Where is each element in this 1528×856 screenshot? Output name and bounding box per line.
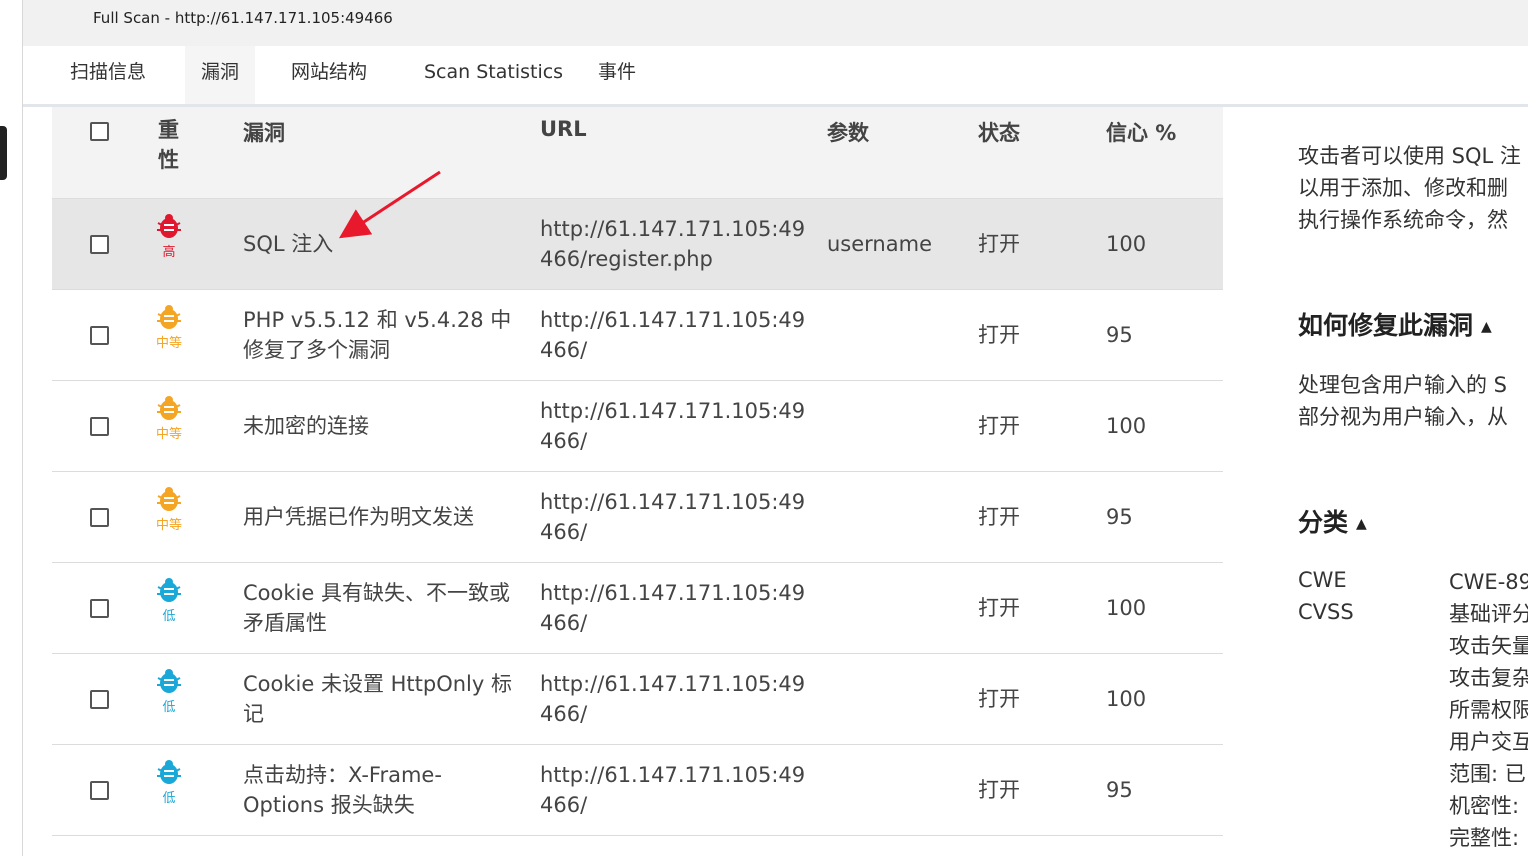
tab-site-structure[interactable]: 网站结构 [275,46,383,104]
classification-title: 分类 [1298,508,1349,537]
caret-up-icon: ▲ [1356,516,1367,532]
cvss-value-3: 攻击复杂 [1449,666,1528,690]
panel-resize-handle[interactable] [0,126,7,180]
cvss-value-2: 攻击矢量 [1449,634,1528,658]
annotation-arrow [338,170,441,239]
fix-line-2: 部分视为用户输入，从 [1298,405,1508,429]
cwe-value[interactable]: CWE-89 [1449,566,1528,598]
vulnerability-detail-panel: 攻击者可以使用 SQL 注 以用于添加、修改和删 执行操作系统命令，然 如何修复… [1298,107,1528,856]
scan-header: Full Scan - http://61.147.171.105:49466 [23,0,1528,46]
tab-bar: 扫描信息 漏洞 网站结构 Scan Statistics 事件 [23,46,1528,107]
vulnerability-table: · 重 性 漏洞 URL 参数 状态 信心 % 高SQL 注入http://61… [52,107,1223,856]
fix-line-1: 处理包含用户输入的 S [1298,373,1508,397]
caret-up-icon: ▲ [1481,319,1492,335]
classification-heading[interactable]: 分类 ▲ [1298,503,1367,539]
fix-section-heading[interactable]: 如何修复此漏洞 ▲ [1298,306,1492,342]
tab-scan-statistics[interactable]: Scan Statistics [408,46,579,104]
cvss-value-4: 所需权限 [1449,698,1528,722]
cvss-value-1: 基础评分 [1449,602,1528,626]
fix-section-title: 如何修复此漏洞 [1298,311,1474,340]
scan-subtitle: Full Scan - http://61.147.171.105:49466 [93,9,393,27]
cvss-value-7: 机密性: [1449,794,1520,818]
tab-events[interactable]: 事件 [582,46,652,104]
description-line-1: 攻击者可以使用 SQL 注 [1298,144,1521,168]
tab-scan-info[interactable]: 扫描信息 [54,46,162,104]
tab-vulnerabilities[interactable]: 漏洞 [185,46,256,104]
cvss-value-5: 用户交互 [1449,730,1528,754]
description-line-2: 以用于添加、修改和删 [1298,176,1508,200]
cvss-label: CVSS [1298,600,1354,624]
cwe-label: CWE [1298,568,1347,592]
description-line-3: 执行操作系统命令，然 [1298,208,1508,232]
cvss-value-6: 范围: 已 [1449,762,1526,786]
cvss-value-8: 完整性: [1449,826,1520,850]
